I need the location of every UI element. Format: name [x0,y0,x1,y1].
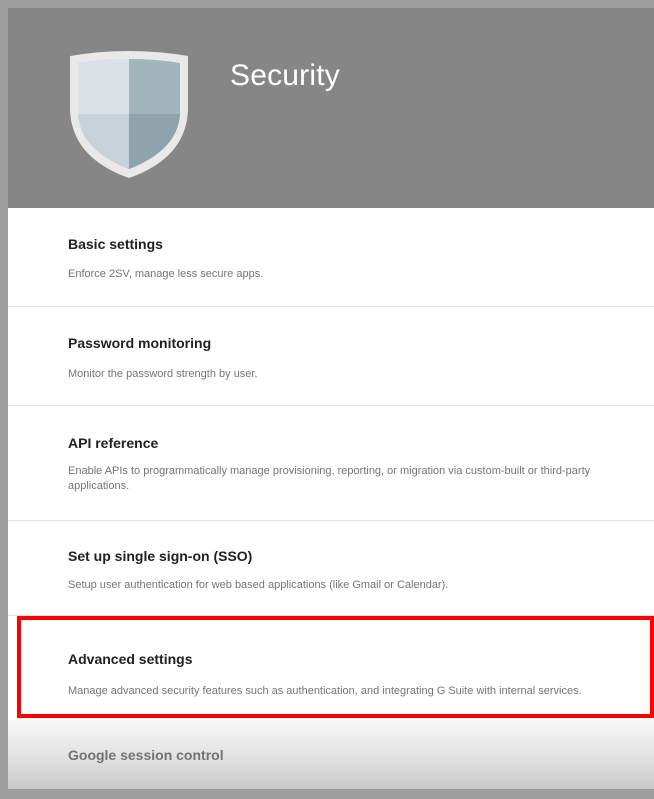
item-description: Enforce 2SV, manage less secure apps. [68,268,264,280]
list-item-single-sign-on[interactable]: Set up single sign-on (SSO) Setup user a… [8,521,654,616]
page-title: Security [230,59,340,92]
list-item-basic-settings[interactable]: Basic settings Enforce 2SV, manage less … [8,208,654,307]
item-title: API reference [68,435,159,451]
item-description: Setup user authentication for web based … [68,579,449,591]
item-title: Basic settings [68,236,163,252]
list-item-google-session-control[interactable]: Google session control [8,720,654,789]
item-description: Enable APIs to programmatically manage p… [68,465,591,492]
list-item-api-reference[interactable]: API reference Enable APIs to programmati… [8,406,654,521]
item-title: Password monitoring [68,335,212,351]
shield-icon [70,51,188,178]
highlight-box [17,616,654,718]
item-description: Monitor the password strength by user. [68,368,258,380]
list-item-password-monitoring[interactable]: Password monitoring Monitor the password… [8,307,654,406]
page-header: Security [8,8,654,208]
item-title: Set up single sign-on (SSO) [68,548,253,564]
security-page: Security Basic settings Enforce 2SV, man… [8,8,654,789]
item-title: Google session control [68,747,224,763]
